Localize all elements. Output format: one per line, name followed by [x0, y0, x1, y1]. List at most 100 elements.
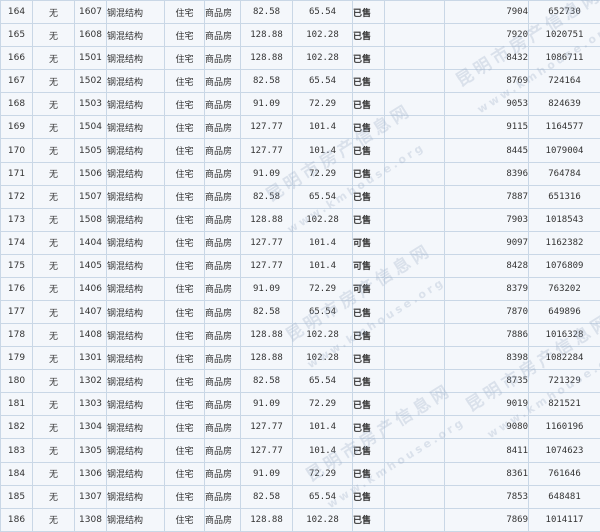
room-number-link[interactable]: 1607: [75, 1, 107, 24]
room-number-link[interactable]: 1303: [75, 393, 107, 416]
room-number-link[interactable]: 1501: [75, 47, 107, 70]
room-number-link[interactable]: 1307: [75, 485, 107, 508]
total-price: 1079004: [529, 139, 600, 162]
total-price: 1018543: [529, 208, 600, 231]
inner-area: 102.28: [293, 208, 353, 231]
inner-area: 102.28: [293, 24, 353, 47]
sale-status: 已售: [353, 324, 385, 347]
room-number-link[interactable]: 1304: [75, 416, 107, 439]
inner-area: 101.4: [293, 254, 353, 277]
room-number-link[interactable]: 1507: [75, 185, 107, 208]
total-price: 824639: [529, 93, 600, 116]
building-area: 91.09: [241, 162, 293, 185]
row-index: 174: [1, 231, 33, 254]
inner-area: 65.54: [293, 70, 353, 93]
usage-type: 住宅: [165, 485, 205, 508]
unit-price: 9097: [445, 231, 529, 254]
structure-type: 钢混结构: [107, 462, 165, 485]
blank-cell: [385, 24, 445, 47]
total-price: 1164577: [529, 116, 600, 139]
building-area: 127.77: [241, 439, 293, 462]
row-index: 167: [1, 70, 33, 93]
property-kind: 商品房: [205, 439, 241, 462]
inner-area: 102.28: [293, 508, 353, 531]
room-number-link[interactable]: 1505: [75, 139, 107, 162]
building-area: 128.88: [241, 324, 293, 347]
row-index: 166: [1, 47, 33, 70]
row-index: 170: [1, 139, 33, 162]
inner-area: 101.4: [293, 416, 353, 439]
room-number-link[interactable]: 1308: [75, 508, 107, 531]
room-number-link[interactable]: 1502: [75, 70, 107, 93]
structure-type: 钢混结构: [107, 208, 165, 231]
table-row: 165无1608钢混结构住宅商品房128.88102.28已售792010207…: [1, 24, 600, 47]
usage-type: 住宅: [165, 462, 205, 485]
structure-type: 钢混结构: [107, 301, 165, 324]
structure-type: 钢混结构: [107, 277, 165, 300]
inner-area: 65.54: [293, 1, 353, 24]
unit-price: 8428: [445, 254, 529, 277]
sale-status: 已售: [353, 162, 385, 185]
room-number-link[interactable]: 1302: [75, 370, 107, 393]
mortgage-flag: 无: [33, 301, 75, 324]
blank-cell: [385, 139, 445, 162]
room-number-link[interactable]: 1504: [75, 116, 107, 139]
inner-area: 72.29: [293, 93, 353, 116]
inner-area: 102.28: [293, 47, 353, 70]
mortgage-flag: 无: [33, 254, 75, 277]
inner-area: 72.29: [293, 277, 353, 300]
sale-status: 可售: [353, 231, 385, 254]
unit-price: 7869: [445, 508, 529, 531]
building-area: 91.09: [241, 93, 293, 116]
property-kind: 商品房: [205, 277, 241, 300]
total-price: 1016328: [529, 324, 600, 347]
building-area: 128.88: [241, 508, 293, 531]
sale-status: 已售: [353, 462, 385, 485]
table-row: 186无1308钢混结构住宅商品房128.88102.28已售786910141…: [1, 508, 600, 531]
sale-status: 已售: [353, 93, 385, 116]
room-number-link[interactable]: 1503: [75, 93, 107, 116]
room-number-link[interactable]: 1404: [75, 231, 107, 254]
structure-type: 钢混结构: [107, 47, 165, 70]
usage-type: 住宅: [165, 277, 205, 300]
unit-price: 7904: [445, 1, 529, 24]
property-kind: 商品房: [205, 231, 241, 254]
building-area: 128.88: [241, 347, 293, 370]
room-number-link[interactable]: 1506: [75, 162, 107, 185]
table-row: 173无1508钢混结构住宅商品房128.88102.28已售790310185…: [1, 208, 600, 231]
property-kind: 商品房: [205, 93, 241, 116]
table-row: 184无1306钢混结构住宅商品房91.0972.29已售8361761646: [1, 462, 600, 485]
room-number-link[interactable]: 1406: [75, 277, 107, 300]
total-price: 651316: [529, 185, 600, 208]
blank-cell: [385, 439, 445, 462]
room-number-link[interactable]: 1608: [75, 24, 107, 47]
structure-type: 钢混结构: [107, 139, 165, 162]
row-index: 176: [1, 277, 33, 300]
building-area: 127.77: [241, 254, 293, 277]
blank-cell: [385, 162, 445, 185]
mortgage-flag: 无: [33, 162, 75, 185]
blank-cell: [385, 277, 445, 300]
blank-cell: [385, 508, 445, 531]
row-index: 171: [1, 162, 33, 185]
property-kind: 商品房: [205, 208, 241, 231]
table-row: 177无1407钢混结构住宅商品房82.5865.54已售7870649896: [1, 301, 600, 324]
property-kind: 商品房: [205, 162, 241, 185]
inner-area: 101.4: [293, 231, 353, 254]
room-number-link[interactable]: 1306: [75, 462, 107, 485]
total-price: 724164: [529, 70, 600, 93]
room-number-link[interactable]: 1508: [75, 208, 107, 231]
room-number-link[interactable]: 1405: [75, 254, 107, 277]
property-kind: 商品房: [205, 139, 241, 162]
room-number-link[interactable]: 1301: [75, 347, 107, 370]
total-price: 1076809: [529, 254, 600, 277]
room-number-link[interactable]: 1305: [75, 439, 107, 462]
structure-type: 钢混结构: [107, 485, 165, 508]
room-number-link[interactable]: 1408: [75, 324, 107, 347]
structure-type: 钢混结构: [107, 347, 165, 370]
usage-type: 住宅: [165, 70, 205, 93]
inner-area: 65.54: [293, 185, 353, 208]
room-number-link[interactable]: 1407: [75, 301, 107, 324]
mortgage-flag: 无: [33, 485, 75, 508]
building-area: 127.77: [241, 416, 293, 439]
